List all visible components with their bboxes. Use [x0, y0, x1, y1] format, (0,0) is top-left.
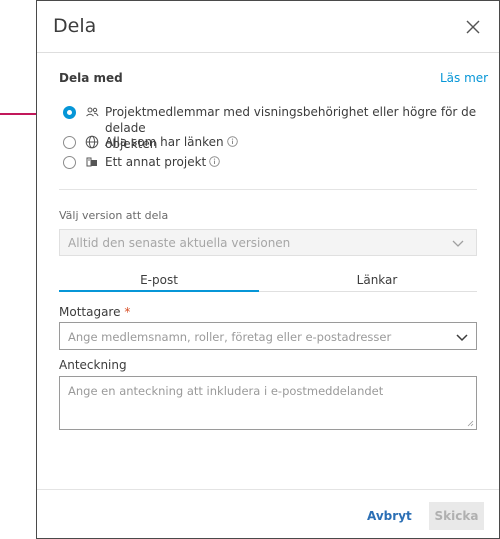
version-select: Alltid den senaste aktuella versionen [59, 229, 477, 256]
close-icon[interactable] [464, 18, 482, 36]
dialog-title: Dela [53, 15, 97, 37]
dialog-header: Dela [37, 1, 499, 53]
read-more-link[interactable]: Läs mer [440, 71, 488, 85]
tab-email[interactable]: E-post [59, 273, 259, 299]
tab-underline [259, 291, 477, 292]
globe-icon [85, 135, 99, 149]
chevron-down-icon[interactable] [456, 334, 468, 342]
version-label: Välj version att dela [59, 209, 169, 222]
share-option-other-project[interactable]: Ett annat projekt [63, 154, 221, 170]
recipients-placeholder: Ange medlemsnamn, roller, företag eller … [68, 330, 392, 344]
radio-anyone-with-link[interactable] [63, 136, 76, 149]
people-icon [86, 107, 99, 117]
tab-links[interactable]: Länkar [277, 273, 477, 299]
share-option-label: Alla som har länken [105, 135, 224, 149]
folder-project-icon [86, 157, 97, 167]
radio-project-members[interactable] [63, 106, 76, 119]
recipients-label: Mottagare * [59, 305, 131, 319]
share-with-label: Dela med [59, 71, 123, 85]
share-option-label: Ett annat projekt [105, 155, 207, 169]
note-placeholder: Ange en anteckning att inkludera i e-pos… [68, 384, 384, 398]
info-icon[interactable] [209, 156, 221, 167]
share-option-anyone-with-link[interactable]: Alla som har länken [63, 134, 238, 150]
share-dialog: Dela Dela med Läs mer Projektmedlemmar m… [36, 0, 500, 539]
send-button[interactable]: Skicka [429, 502, 484, 530]
note-textarea[interactable]: Ange en anteckning att inkludera i e-pos… [59, 376, 477, 430]
radio-other-project[interactable] [63, 156, 76, 169]
divider [59, 189, 477, 190]
required-mark: * [124, 305, 131, 319]
footer-divider [37, 489, 499, 490]
note-label: Anteckning [59, 358, 127, 372]
version-value: Alltid den senaste aktuella versionen [68, 236, 291, 250]
chevron-down-icon [452, 240, 464, 247]
tab-active-indicator [59, 290, 259, 292]
resize-handle-icon[interactable] [467, 420, 474, 427]
info-icon[interactable] [226, 136, 238, 147]
cancel-button[interactable]: Avbryt [367, 509, 412, 523]
recipients-input[interactable]: Ange medlemsnamn, roller, företag eller … [59, 322, 477, 350]
